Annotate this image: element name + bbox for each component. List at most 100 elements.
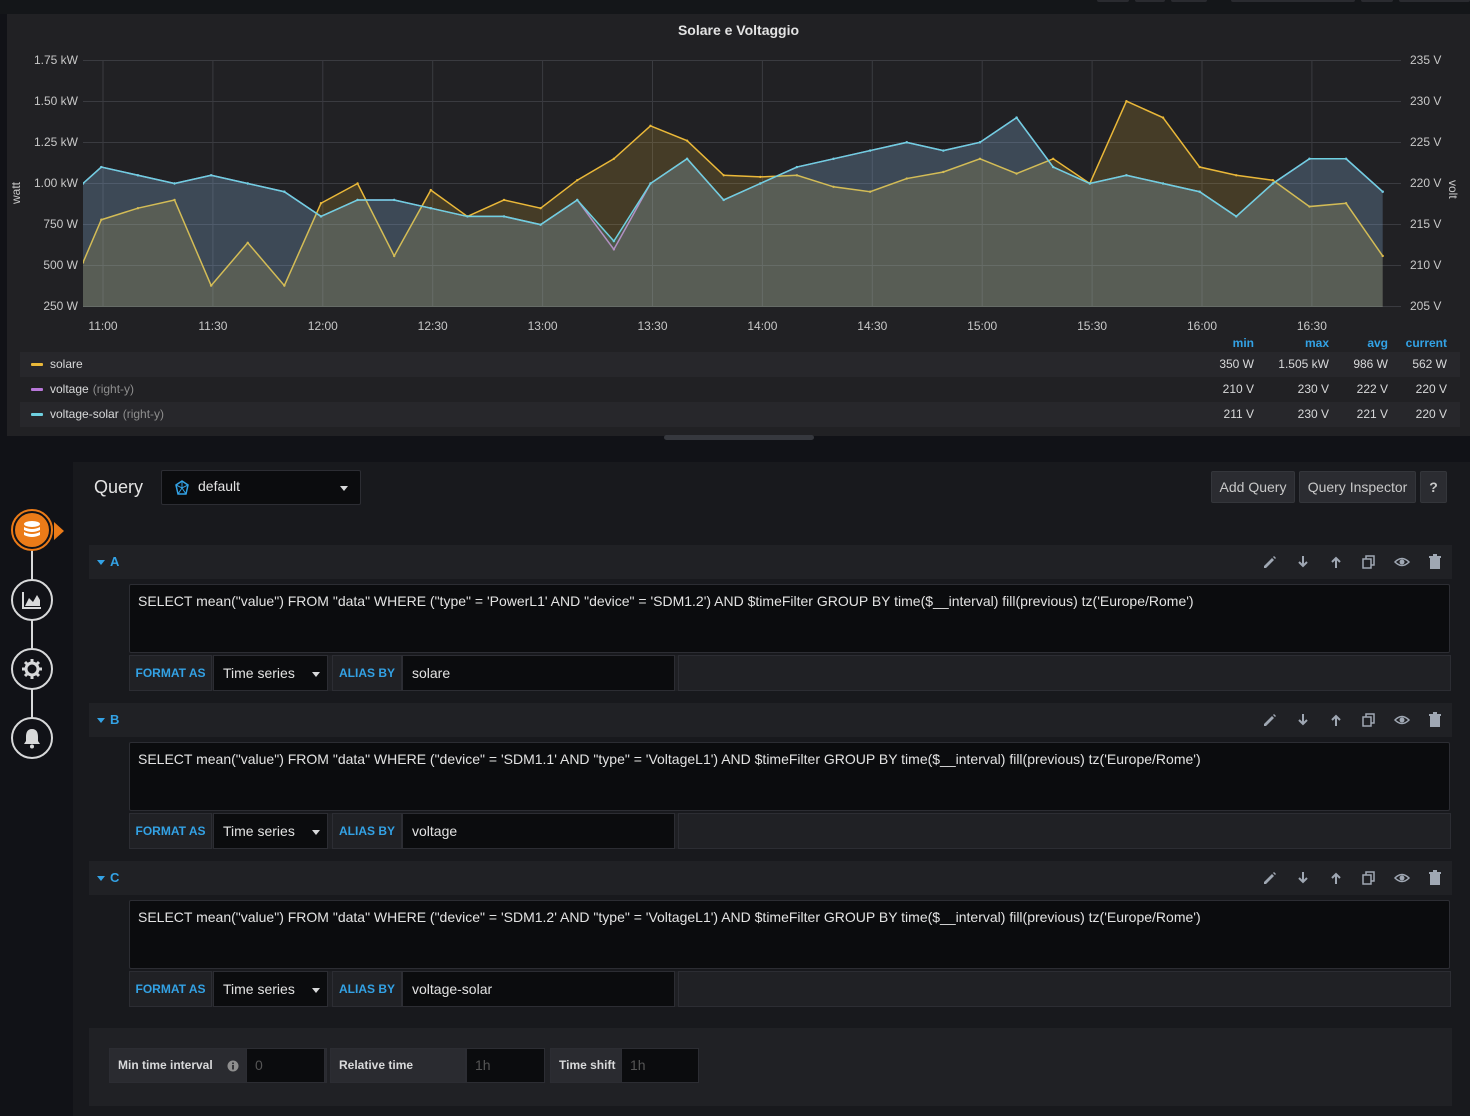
data-point-solare xyxy=(612,157,616,160)
chevron-down-icon xyxy=(312,988,320,993)
legend-row[interactable]: voltage-solar (right-y) 211 V 230 V 221 V 220… xyxy=(20,402,1460,427)
data-point-voltage-solar xyxy=(612,239,616,243)
min-interval-input[interactable]: 0 xyxy=(246,1048,325,1083)
y-right-tick: 225 V xyxy=(1410,135,1442,149)
data-point-voltage-solar xyxy=(246,182,249,185)
series-color-swatch[interactable] xyxy=(31,413,43,416)
data-point-voltage-solar xyxy=(319,215,323,218)
query-textarea[interactable]: SELECT mean("value") FROM "data" WHERE (… xyxy=(129,742,1450,811)
data-point-solare xyxy=(685,139,689,142)
timeseries-chart[interactable] xyxy=(83,60,1401,307)
query-ref-id[interactable]: A xyxy=(110,554,119,569)
sidebar-connector xyxy=(31,530,33,740)
trash-icon[interactable] xyxy=(1426,869,1444,887)
zoom-button[interactable] xyxy=(1361,0,1393,2)
resize-handle[interactable] xyxy=(664,435,814,440)
data-point-voltage-solar xyxy=(685,157,689,160)
arrow-down-icon[interactable] xyxy=(1294,553,1312,571)
y-right-tick: 210 V xyxy=(1410,258,1442,272)
query-inspector-button[interactable]: Query Inspector xyxy=(1299,471,1416,503)
eye-icon[interactable] xyxy=(1393,711,1411,729)
panel-title[interactable]: Solare e Voltaggio xyxy=(7,22,1470,38)
pencil-icon[interactable] xyxy=(1261,711,1279,729)
query-textarea[interactable]: SELECT mean("value") FROM "data" WHERE (… xyxy=(129,584,1450,653)
collapse-caret-icon[interactable] xyxy=(97,718,105,723)
format-as-select[interactable]: Time series xyxy=(213,813,328,849)
info-icon[interactable] xyxy=(227,1060,239,1072)
trash-icon[interactable] xyxy=(1426,711,1444,729)
series-area-voltage-solar xyxy=(83,117,1383,307)
copy-icon[interactable] xyxy=(1360,711,1378,729)
legend-series-name: voltage (right-y) xyxy=(50,382,134,396)
eye-icon[interactable] xyxy=(1393,869,1411,887)
data-point-voltage-solar xyxy=(1125,174,1128,177)
relative-time-input[interactable]: 1h xyxy=(466,1048,545,1083)
y-left-tick: 500 W xyxy=(43,258,78,272)
query-label: Query xyxy=(94,477,144,497)
data-point-voltage-solar xyxy=(209,174,213,177)
query-actions xyxy=(1261,553,1444,571)
series-color-swatch[interactable] xyxy=(31,363,43,366)
time-shift-label: Time shift xyxy=(550,1048,622,1083)
arrow-down-icon[interactable] xyxy=(1294,711,1312,729)
data-point-voltage-solar xyxy=(100,165,103,169)
legend-current-value: 220 V xyxy=(1415,382,1447,396)
legend-row[interactable]: solare 350 W 1.505 kW 986 W 562 W xyxy=(20,352,1460,377)
data-point-voltage-solar xyxy=(466,215,469,218)
queries-tab[interactable] xyxy=(11,509,53,551)
format-as-select[interactable]: Time series xyxy=(213,971,328,1007)
y-right-tick: 220 V xyxy=(1410,176,1442,190)
datasource-select[interactable]: default xyxy=(161,470,361,505)
arrow-down-icon[interactable] xyxy=(1294,869,1312,887)
query-ref-id[interactable]: B xyxy=(110,712,119,727)
trash-icon[interactable] xyxy=(1426,553,1444,571)
toolbar-button[interactable] xyxy=(1171,0,1207,2)
query-ref-id[interactable]: C xyxy=(110,870,119,885)
x-tick: 11:30 xyxy=(198,319,228,333)
add-query-button[interactable]: Add Query xyxy=(1211,471,1295,503)
pencil-icon[interactable] xyxy=(1261,869,1279,887)
help-button[interactable]: ? xyxy=(1420,471,1447,503)
pencil-icon[interactable] xyxy=(1261,553,1279,571)
query-row-header[interactable]: B xyxy=(89,703,1452,737)
time-picker-button[interactable] xyxy=(1231,0,1355,2)
query-actions xyxy=(1261,869,1444,887)
arrow-up-icon[interactable] xyxy=(1327,553,1345,571)
toolbar-button[interactable] xyxy=(1097,0,1129,2)
copy-icon[interactable] xyxy=(1360,553,1378,571)
copy-icon[interactable] xyxy=(1360,869,1378,887)
series-color-swatch[interactable] xyxy=(31,388,43,391)
data-point-voltage-solar xyxy=(429,207,433,210)
legend-header-current[interactable]: current xyxy=(1377,336,1447,350)
legend-current-value: 220 V xyxy=(1415,407,1447,421)
data-point-solare xyxy=(1051,157,1055,160)
data-point-voltage-solar xyxy=(1271,182,1275,185)
format-as-select[interactable]: Time series xyxy=(213,655,328,691)
graph-panel: Solare e Voltaggio watt volt 1.75 kW 1.50… xyxy=(7,14,1470,436)
refresh-button[interactable] xyxy=(1399,0,1470,2)
visualization-tab[interactable] xyxy=(11,579,53,621)
query-options-filler xyxy=(678,813,1451,849)
legend-row[interactable]: voltage (right-y) 210 V 230 V 222 V 220 V xyxy=(20,377,1460,402)
toolbar-button[interactable] xyxy=(1135,0,1165,2)
collapse-caret-icon[interactable] xyxy=(97,560,105,565)
alias-by-input[interactable]: solare xyxy=(402,655,675,691)
alias-by-input[interactable]: voltage xyxy=(402,813,675,849)
time-shift-input[interactable]: 1h xyxy=(621,1048,699,1083)
collapse-caret-icon[interactable] xyxy=(97,876,105,881)
eye-icon[interactable] xyxy=(1393,553,1411,571)
query-row-header[interactable]: C xyxy=(89,861,1452,895)
arrow-up-icon[interactable] xyxy=(1327,711,1345,729)
y-left-tick: 750 W xyxy=(43,217,78,231)
arrow-up-icon[interactable] xyxy=(1327,869,1345,887)
alert-tab[interactable] xyxy=(11,717,53,759)
general-tab[interactable] xyxy=(11,648,53,690)
y-right-tick: 215 V xyxy=(1410,217,1442,231)
legend-header-min[interactable]: min xyxy=(1184,336,1254,350)
query-row-header[interactable]: A xyxy=(89,545,1452,579)
x-tick: 13:30 xyxy=(637,319,668,333)
data-point-voltage-solar xyxy=(1015,116,1018,119)
query-textarea[interactable]: SELECT mean("value") FROM "data" WHERE (… xyxy=(129,900,1450,969)
alias-by-input[interactable]: voltage-solar xyxy=(402,971,675,1007)
data-point-voltage-solar xyxy=(905,141,908,144)
